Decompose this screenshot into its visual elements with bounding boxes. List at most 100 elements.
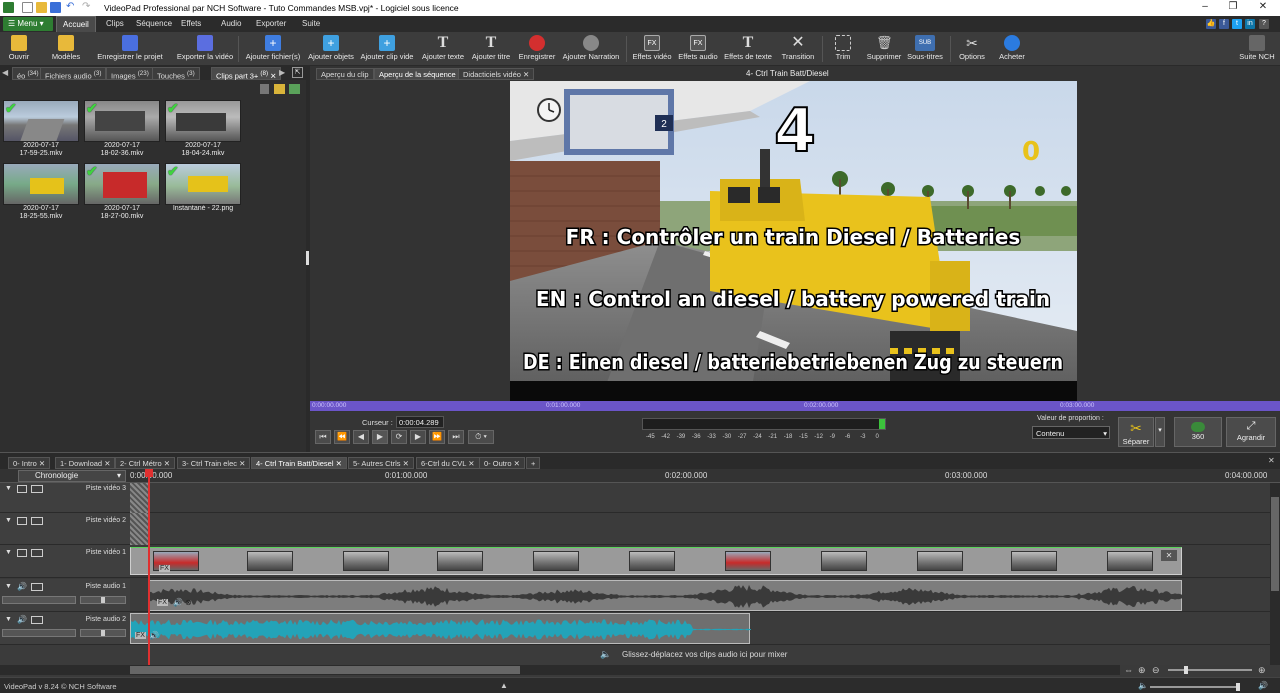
tab-exporter[interactable]: Exporter (250, 16, 292, 32)
redo-icon[interactable]: ↷ (82, 2, 93, 13)
bin-view-icon[interactable] (289, 84, 300, 94)
media-clip[interactable]: ✔ 2020-07-17 18-27-00.mkv (84, 163, 160, 221)
close-tab-icon[interactable]: ✕ (334, 459, 342, 468)
track-video3[interactable] (130, 483, 1270, 513)
scroll-left-icon[interactable]: ◀ (2, 68, 8, 77)
cursor-time-field[interactable]: 0:00:04.289 (396, 416, 444, 428)
minimize-button[interactable]: – (1194, 1, 1216, 12)
timeline-mode-select[interactable]: Chronologie ▾ (18, 470, 126, 482)
track-audio2[interactable]: FX 🔊 (130, 612, 1270, 645)
timeline-vscroll[interactable] (1270, 483, 1280, 665)
bin-tab-keys[interactable]: Touches (3) (152, 67, 200, 81)
video-effects-button[interactable]: FX Effets vidéo (630, 33, 674, 65)
open-button[interactable]: Ouvrir (4, 33, 34, 65)
audio-clip[interactable]: FX 🔊 (130, 613, 751, 644)
eye-icon[interactable] (17, 517, 27, 525)
subtitles-button[interactable]: SUB Sous-titres (906, 33, 944, 65)
play-button[interactable]: ▶ (372, 430, 388, 444)
fit-timeline-icon[interactable]: ⇔ (1124, 665, 1133, 675)
master-volume-slider[interactable] (1150, 683, 1240, 691)
close-sequence-icon[interactable]: ✕ (1268, 456, 1275, 465)
media-clip[interactable]: ✔ 2020-07-17 18-02-36.mkv (84, 100, 160, 158)
audio-fx-icon[interactable]: FX (157, 599, 168, 606)
nch-suite-button[interactable]: Suite NCH (1238, 33, 1276, 65)
options-button[interactable]: ✂ Options (956, 33, 988, 65)
step-back-button[interactable]: ◀ (353, 430, 369, 444)
video-clip[interactable]: FX ✕ (130, 547, 1182, 575)
video-fx-icon[interactable]: FX (159, 565, 170, 572)
link-icon[interactable]: ⊗ (185, 598, 192, 607)
track-video2[interactable] (130, 513, 1270, 545)
tab-suite[interactable]: Suite (296, 16, 326, 32)
close-tab-icon[interactable]: ✕ (512, 459, 520, 468)
close-tab-icon[interactable]: ✕ (102, 459, 110, 468)
track-options-icon[interactable] (31, 517, 43, 525)
speaker-icon[interactable]: 🔊 (173, 598, 183, 607)
add-sequence-button[interactable]: + (526, 457, 541, 469)
track-video1[interactable]: FX ✕ (130, 545, 1270, 578)
media-clip[interactable]: 2020-07-17 18-25-55.mkv (3, 163, 79, 221)
add-title-button[interactable]: T Ajouter titre (470, 33, 512, 65)
audio-effects-button[interactable]: FX Effets audio (676, 33, 720, 65)
split-button[interactable]: ✂ Séparer (1118, 417, 1154, 447)
add-narration-button[interactable]: Ajouter Narration (560, 33, 622, 65)
go-to-end-button[interactable]: ⏭ (448, 430, 464, 444)
timeline-hscroll[interactable] (0, 665, 1120, 675)
zoom-in-icon[interactable]: ⊕ (1138, 665, 1146, 676)
audio-drop-zone[interactable]: 🔈 Glissez-déplacez vos clips audio ici p… (0, 645, 1280, 665)
save-project-button[interactable]: Enregistrer le projet (96, 33, 164, 65)
collapse-icon[interactable]: ▼ (5, 549, 12, 556)
sequence-tab[interactable]: 1- Download ✕ (55, 457, 116, 469)
add-blank-clip-button[interactable]: + Ajouter clip vide (360, 33, 414, 65)
track-options-icon[interactable] (31, 549, 43, 557)
media-clip[interactable]: ✔ 2020-07-17 18-04-24.mkv (165, 100, 241, 158)
speaker-icon[interactable]: 🔊 (17, 582, 27, 591)
export-video-button[interactable]: Exporter la vidéo (176, 33, 234, 65)
video-frame[interactable]: 2 4 0 FR : Contrôler un train Diesel / B… (510, 81, 1077, 401)
close-tab-icon[interactable]: ✕ (237, 459, 245, 468)
collapse-icon[interactable]: ▼ (5, 517, 12, 524)
templates-button[interactable]: Modèles (48, 33, 84, 65)
eye-icon[interactable] (17, 549, 27, 557)
close-tab-icon[interactable]: ✕ (401, 459, 409, 468)
collapse-icon[interactable]: ▼ (5, 616, 12, 623)
split-dropdown[interactable]: ▾ (1155, 417, 1165, 447)
open-folder-icon[interactable] (36, 2, 47, 13)
tab-sequence[interactable]: Séquence (130, 16, 178, 32)
bin-folder-icon[interactable] (274, 84, 285, 94)
loop-button[interactable]: ⟳ (391, 430, 407, 444)
zoom-slider[interactable] (1168, 666, 1252, 674)
tab-sequence-preview[interactable]: Aperçu de la séquence (374, 68, 461, 80)
sequence-tab[interactable]: 4- Ctrl Train Batt/Diesel ✕ (251, 457, 347, 469)
close-tab-icon[interactable]: ✕ (466, 459, 474, 468)
speaker-icon[interactable]: 🔊 (17, 615, 27, 624)
sequence-tab[interactable]: 2- Ctrl Métro ✕ (115, 457, 176, 469)
add-text-button[interactable]: T Ajouter texte (420, 33, 466, 65)
buy-button[interactable]: Acheter (994, 33, 1030, 65)
collapse-icon[interactable]: ▼ (5, 583, 12, 590)
zoom-out-icon[interactable]: ⊖ (1152, 665, 1160, 676)
tab-audio[interactable]: Audio (215, 16, 247, 32)
bin-tab-clips-part3[interactable]: Clips part 3+ (8) ✕ (211, 67, 282, 81)
undock-icon[interactable]: ⇱ (292, 67, 303, 78)
step-forward-button[interactable]: ▶ (410, 430, 426, 444)
preview-seek-bar[interactable]: 0:00:00.000 0:01:00.000 0:02:00.000 0:03… (310, 401, 1280, 411)
speaker-icon[interactable]: 🔊 (1258, 681, 1268, 690)
add-files-button[interactable]: + Ajouter fichier(s) (244, 33, 302, 65)
volume-slider[interactable] (2, 629, 76, 637)
sequence-tab[interactable]: 3- Ctrl Train elec ✕ (177, 457, 251, 469)
enlarge-button[interactable]: ⤢ Agrandir (1226, 417, 1276, 447)
new-file-icon[interactable] (22, 2, 33, 13)
sequence-tab[interactable]: 0- Intro ✕ (8, 457, 51, 469)
sequence-tab[interactable]: 0- Outro ✕ (479, 457, 525, 469)
bin-delete-icon[interactable] (260, 84, 269, 94)
facebook-icon[interactable]: f (1219, 19, 1229, 29)
tab-clip-preview[interactable]: Aperçu du clip (316, 68, 374, 80)
transition-icon[interactable]: ✕ (1161, 550, 1177, 561)
main-menu-button[interactable]: ☰ Menu ▾ (3, 17, 53, 31)
speaker-icon[interactable]: 🔊 (149, 631, 159, 640)
trim-button[interactable]: Trim (828, 33, 858, 65)
tab-accueil[interactable]: Accueil (56, 16, 96, 32)
record-button[interactable]: Enregistrer (516, 33, 558, 65)
timeline-ruler[interactable]: Chronologie▾ 0:00:00.0000:01:00.0000:02:… (0, 469, 1280, 483)
